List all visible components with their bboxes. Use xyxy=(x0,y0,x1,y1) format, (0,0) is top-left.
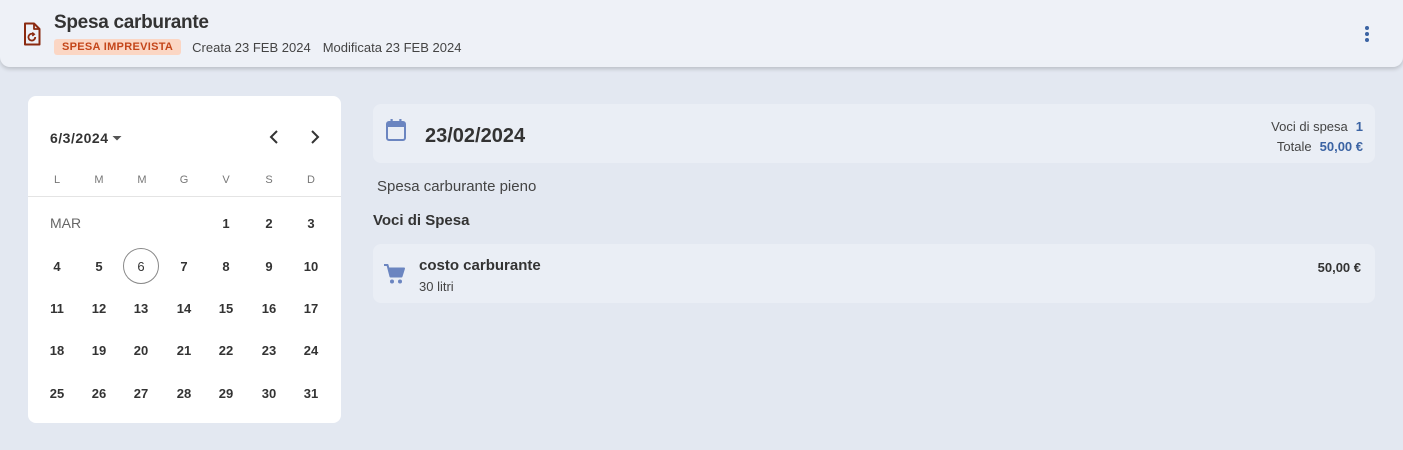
document-icon xyxy=(24,22,41,46)
calendar-day[interactable]: 1 xyxy=(208,205,244,241)
calendar-day[interactable]: 25 xyxy=(39,375,75,411)
totale-value: 50,00 € xyxy=(1319,138,1363,154)
calendar-day[interactable]: 18 xyxy=(39,332,75,368)
calendar-day[interactable]: 19 xyxy=(81,332,117,368)
calendar-day[interactable]: 2 xyxy=(251,205,287,241)
calendar-day[interactable]: 31 xyxy=(293,375,329,411)
calendar: 6/3/2024 L M M G V S D MAR 1 2 3 4 5 6 7 8 9 10 11… xyxy=(28,96,341,423)
calendar-day[interactable]: 28 xyxy=(166,375,202,411)
calendar-day[interactable]: 22 xyxy=(208,332,244,368)
weekday-label: V xyxy=(222,174,230,186)
meta-row: SPESA IMPREVISTA Creata 23 FEB 2024 Modi… xyxy=(54,39,461,55)
calendar-day[interactable]: 6 xyxy=(123,248,159,284)
calendar-day[interactable]: 15 xyxy=(208,290,244,326)
month-label: MAR xyxy=(50,215,82,231)
calendar-day[interactable]: 7 xyxy=(166,248,202,284)
item-amount: 50,00 € xyxy=(1317,260,1361,275)
item-name: costo carburante xyxy=(419,257,541,274)
calendar-day[interactable]: 29 xyxy=(208,375,244,411)
calendar-day[interactable]: 17 xyxy=(293,290,329,326)
cart-icon xyxy=(384,264,405,284)
calendar-icon xyxy=(386,119,406,141)
page-title: Spesa carburante xyxy=(54,12,209,33)
created-date: Creata 23 FEB 2024 xyxy=(192,39,311,55)
status-badge: SPESA IMPREVISTA xyxy=(54,39,182,55)
weekday-label: L xyxy=(53,174,61,186)
calendar-day[interactable]: 13 xyxy=(123,290,159,326)
month-year-selector[interactable]: 6/3/2024 xyxy=(50,130,125,146)
expense-summary: Voci di spesa 1 Totale 50,00 € xyxy=(1271,116,1363,156)
caret-down-icon xyxy=(112,136,121,141)
expense-date: 23/02/2024 xyxy=(425,125,526,147)
calendar-day[interactable]: 20 xyxy=(123,332,159,368)
weekday-label: D xyxy=(307,174,315,186)
totale-label: Totale xyxy=(1276,138,1312,154)
weekday-label: M xyxy=(94,174,104,186)
calendar-day[interactable]: 16 xyxy=(251,290,287,326)
calendar-day[interactable]: 12 xyxy=(81,290,117,326)
calendar-day[interactable]: 24 xyxy=(293,332,329,368)
expense-description: Spesa carburante pieno xyxy=(377,178,537,195)
calendar-day[interactable]: 27 xyxy=(123,375,159,411)
calendar-day[interactable]: 5 xyxy=(81,248,117,284)
next-month-button[interactable] xyxy=(304,126,326,148)
calendar-day[interactable]: 9 xyxy=(251,248,287,284)
calendar-day[interactable]: 30 xyxy=(251,375,287,411)
voci-count: 1 xyxy=(1355,118,1363,134)
voci-label: Voci di spesa xyxy=(1271,118,1348,134)
modified-date: Modificata 23 FEB 2024 xyxy=(322,39,462,55)
calendar-day[interactable]: 21 xyxy=(166,332,202,368)
item-quantity: 30 litri xyxy=(419,279,454,294)
calendar-day[interactable]: 3 xyxy=(293,205,329,241)
calendar-day[interactable]: 23 xyxy=(251,332,287,368)
date-card: 23/02/2024 Voci di spesa 1 Totale 50,00 … xyxy=(373,104,1375,163)
weekday-header: L M M G V S D xyxy=(28,172,341,197)
selected-date-label: 6/3/2024 xyxy=(50,130,109,146)
more-vert-icon[interactable] xyxy=(1360,24,1374,44)
calendar-day[interactable]: 26 xyxy=(81,375,117,411)
previous-month-button[interactable] xyxy=(263,126,285,148)
calendar-day[interactable]: 10 xyxy=(293,248,329,284)
calendar-day[interactable]: 4 xyxy=(39,248,75,284)
expense-item[interactable]: costo carburante 30 litri 50,00 € xyxy=(373,244,1375,303)
calendar-day[interactable]: 14 xyxy=(166,290,202,326)
calendar-day[interactable]: 11 xyxy=(39,290,75,326)
weekday-label: G xyxy=(179,174,189,186)
section-title: Voci di Spesa xyxy=(373,212,470,229)
calendar-day[interactable]: 8 xyxy=(208,248,244,284)
weekday-label: M xyxy=(137,174,147,186)
top-bar: Spesa carburante SPESA IMPREVISTA Creata… xyxy=(0,0,1403,67)
weekday-label: S xyxy=(265,174,273,186)
